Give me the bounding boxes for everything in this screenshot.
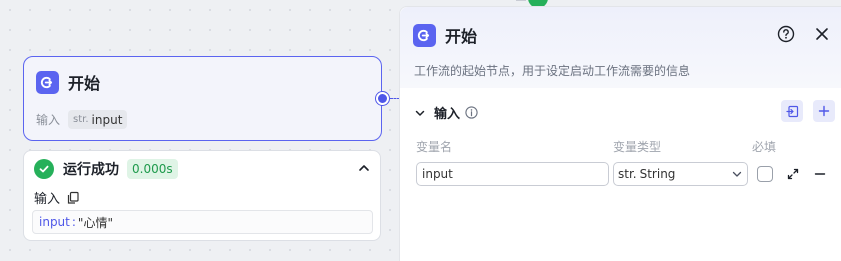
variable-type-prefix: str. — [618, 167, 637, 181]
variable-name-value: input — [422, 167, 453, 181]
input-chip: str. input — [68, 110, 128, 129]
run-input-value: input : "心情" — [32, 210, 373, 234]
variable-type-display: str. String — [618, 167, 675, 181]
required-checkbox[interactable] — [757, 166, 773, 182]
plus-icon — [818, 105, 830, 117]
run-input-row: 输入 — [34, 188, 80, 207]
start-icon — [413, 23, 436, 47]
node-inputs: 输入 str. input — [36, 110, 128, 129]
chevron-down-icon[interactable] — [414, 107, 426, 119]
start-node[interactable]: 开始 输入 str. input — [23, 56, 382, 141]
minus-icon[interactable] — [813, 167, 827, 181]
variable-type-value: String — [639, 167, 676, 181]
help-icon[interactable] — [777, 25, 795, 43]
node-config-panel: 开始 工作流的起始节点，用于设定启动工作流需要的信息 输入 变量名 变量类型 必… — [399, 6, 841, 261]
column-header-required: 必填 — [752, 140, 777, 154]
chevron-down-icon — [731, 168, 743, 180]
node-title: 开始 — [68, 74, 101, 93]
chip-value: input — [91, 112, 123, 127]
column-header-name: 变量名 — [416, 140, 453, 154]
import-button[interactable] — [781, 100, 803, 122]
run-status-title: 运行成功 — [63, 162, 119, 178]
panel-description: 工作流的起始节点，用于设定启动工作流需要的信息 — [414, 64, 691, 78]
check-circle-icon — [34, 159, 54, 179]
input-section-header[interactable]: 输入 — [414, 103, 478, 122]
duration-badge: 0.000s — [127, 159, 178, 179]
chevron-up-icon[interactable] — [356, 160, 372, 176]
start-icon — [36, 70, 59, 94]
run-result-card: 运行成功 0.000s 输入 input : "心情" — [23, 150, 381, 241]
panel-header: 开始 — [413, 23, 477, 47]
copy-icon[interactable] — [66, 191, 80, 205]
section-title: 输入 — [434, 107, 461, 122]
variable-name-input[interactable]: input — [416, 162, 609, 186]
close-icon[interactable] — [813, 25, 831, 43]
run-header: 运行成功 0.000s — [34, 159, 178, 179]
panel-title: 开始 — [445, 27, 478, 46]
add-variable-button[interactable] — [813, 100, 835, 122]
value-text: "心情" — [77, 215, 113, 230]
chip-type: str. — [73, 114, 89, 125]
variable-type-select[interactable]: str. String — [613, 162, 748, 186]
value-key: input — [39, 215, 70, 229]
value-separator: : — [71, 215, 76, 229]
connector-line — [516, 0, 526, 4]
import-icon — [785, 105, 798, 117]
node-header: 开始 — [36, 70, 100, 94]
info-icon[interactable] — [465, 106, 478, 119]
run-input-label: 输入 — [34, 192, 61, 207]
column-header-type: 变量类型 — [613, 140, 662, 154]
output-port[interactable] — [376, 92, 389, 105]
node-input-label: 输入 — [36, 113, 61, 127]
expand-icon[interactable] — [786, 167, 800, 181]
